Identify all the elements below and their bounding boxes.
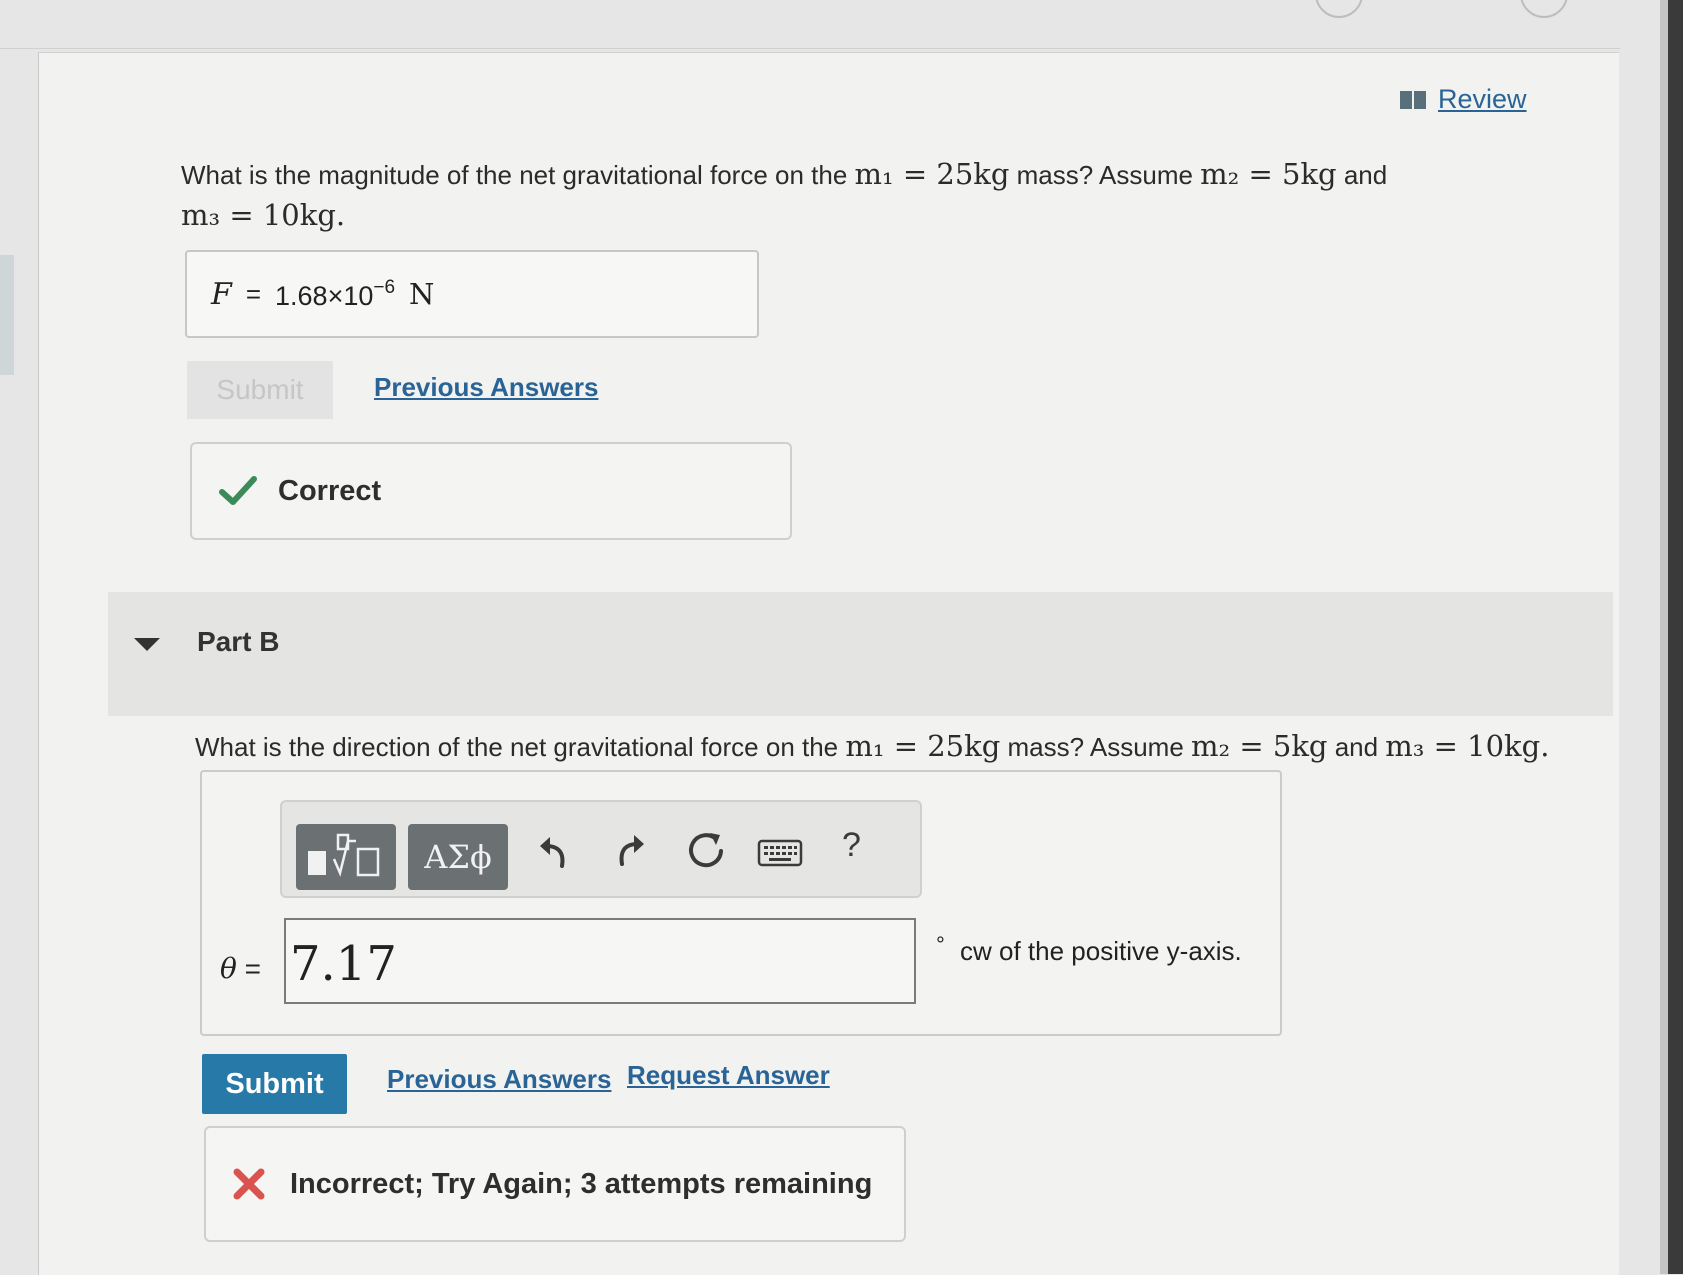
- unit-description: cw of the positive y-axis.: [960, 936, 1242, 966]
- redo-icon[interactable]: [608, 828, 652, 872]
- templates-icon: [308, 833, 380, 877]
- question-text: What is the magnitude of the net gravita…: [181, 160, 855, 190]
- reset-icon[interactable]: [683, 828, 729, 874]
- equals-sign: =: [245, 278, 262, 309]
- part-a-answer-box: F = 1.68×10−6 N: [185, 250, 759, 338]
- templates-button[interactable]: [296, 824, 396, 890]
- theta-input-value[interactable]: 7.17: [290, 936, 397, 992]
- collapse-caret-icon[interactable]: [134, 638, 160, 651]
- answer-value: 1.68×10−6: [275, 277, 395, 312]
- math-m3: m₃ = 10kg.: [1385, 729, 1550, 763]
- submit-button-disabled: Submit: [187, 361, 333, 419]
- question-text: mass? Assume: [1009, 160, 1201, 190]
- feedback-correct-label: Correct: [278, 474, 382, 507]
- scrollbar-track[interactable]: [1660, 0, 1668, 1274]
- incorrect-x-icon: [233, 1168, 265, 1200]
- feedback-correct-box: Correct: [190, 442, 792, 540]
- question-text: mass? Assume: [1000, 732, 1192, 762]
- theta-label: θ =: [220, 952, 261, 985]
- submit-button[interactable]: Submit: [202, 1054, 347, 1114]
- top-circle-button[interactable]: [1315, 0, 1363, 18]
- answer-exponent: −6: [373, 276, 396, 298]
- review-label: Review: [1438, 84, 1527, 114]
- part-b-header[interactable]: [108, 592, 1613, 716]
- previous-answers-link[interactable]: Previous Answers: [387, 1064, 611, 1095]
- math-m2: m₂ = 5kg: [1191, 729, 1328, 763]
- feedback-incorrect-box: Incorrect; Try Again; 3 attempts remaini…: [204, 1126, 906, 1242]
- window-edge: [1668, 0, 1683, 1274]
- question-text: and: [1336, 160, 1388, 190]
- undo-icon[interactable]: [532, 830, 576, 874]
- review-link[interactable]: Review: [1400, 84, 1527, 115]
- part-b-question: What is the direction of the net gravita…: [195, 726, 1595, 767]
- part-b-title: Part B: [197, 626, 280, 657]
- book-icon: [1400, 90, 1426, 109]
- answer-mantissa: 1.68×10: [275, 280, 374, 311]
- math-m1: m₁ = 25kg: [854, 157, 1010, 191]
- question-text: and: [1327, 732, 1386, 762]
- math-m2: m₂ = 5kg: [1200, 157, 1337, 191]
- degree-symbol: °: [936, 932, 945, 957]
- keyboard-icon[interactable]: [757, 838, 803, 868]
- question-text: What is the direction of the net gravita…: [195, 732, 846, 762]
- checkmark-icon: [219, 476, 257, 505]
- help-icon[interactable]: ?: [842, 826, 861, 865]
- feedback-incorrect-label: Incorrect; Try Again; 3 attempts remaini…: [290, 1167, 873, 1200]
- theta-symbol: θ: [220, 952, 237, 985]
- math-m1: m₁ = 25kg: [845, 729, 1001, 763]
- left-side-tab: [0, 255, 14, 375]
- request-answer-link[interactable]: Request Answer: [627, 1060, 830, 1091]
- answer-unit: N: [409, 277, 435, 311]
- math-m3: m₃ = 10kg.: [181, 198, 346, 232]
- greek-symbols-button[interactable]: ΑΣϕ: [408, 824, 508, 890]
- previous-answers-link[interactable]: Previous Answers: [374, 372, 598, 403]
- equals-sign: =: [244, 953, 261, 984]
- answer-variable: F: [211, 276, 232, 312]
- part-a-question: What is the magnitude of the net gravita…: [181, 154, 1481, 236]
- top-divider: [0, 48, 1620, 49]
- top-circle-button[interactable]: [1520, 0, 1568, 18]
